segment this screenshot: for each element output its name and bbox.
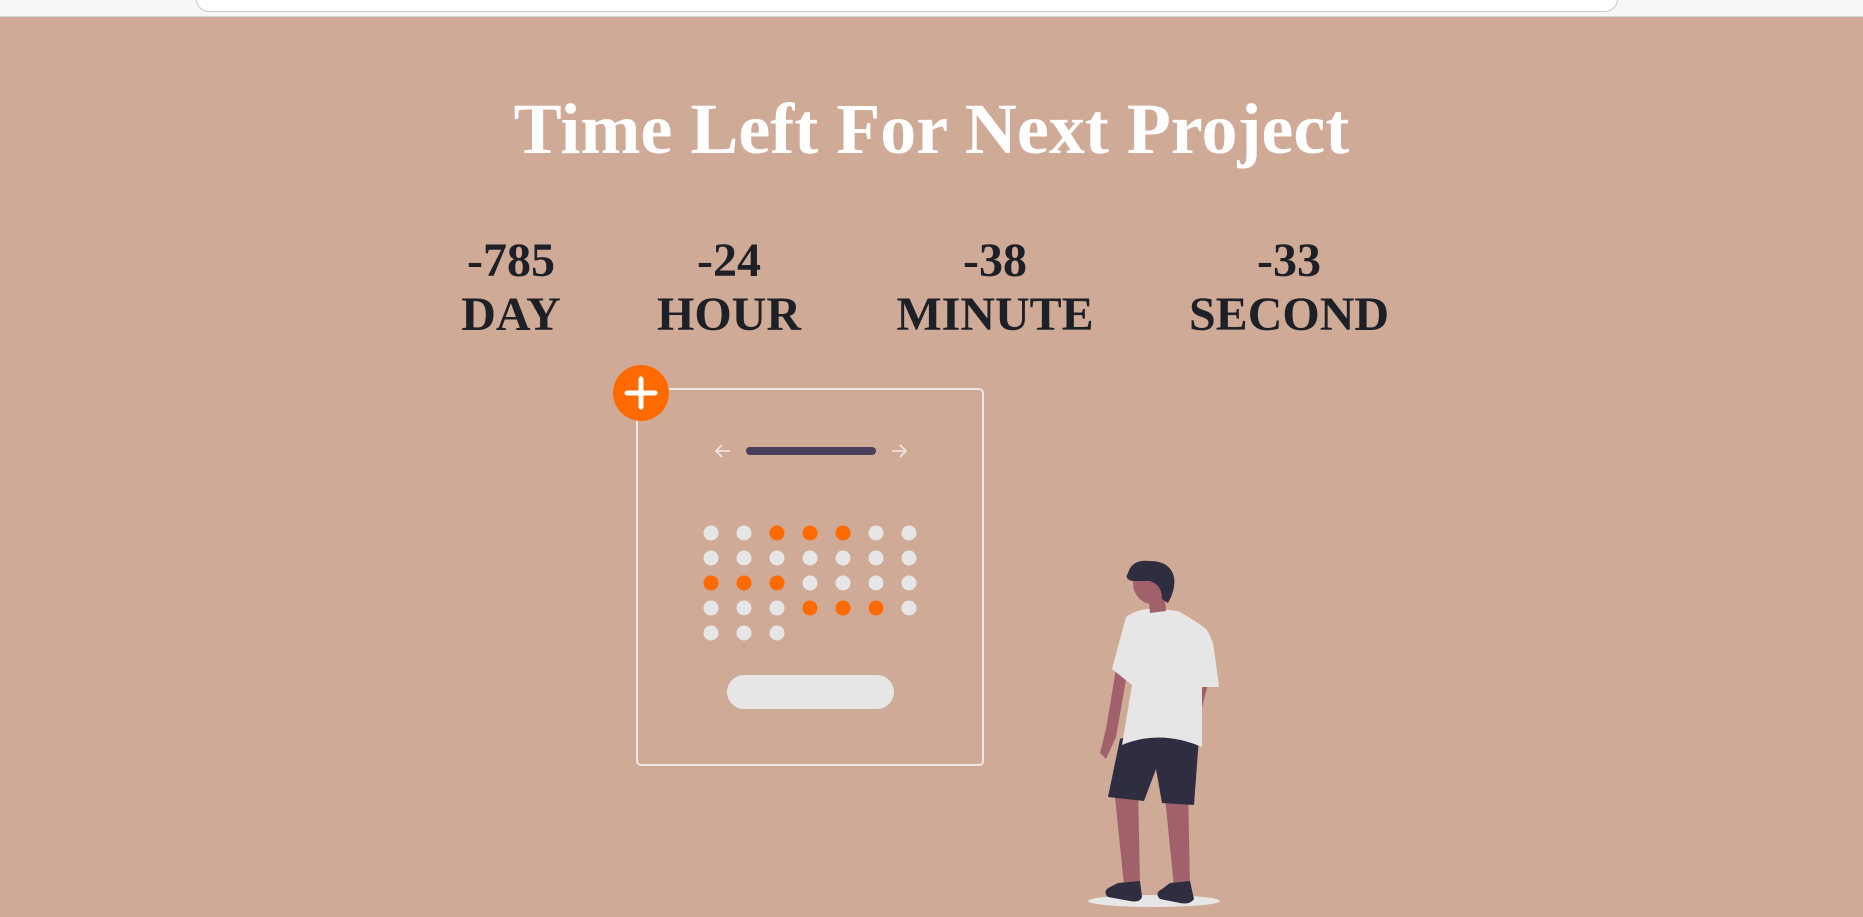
calendar-day — [802, 550, 818, 566]
person-shadow — [1088, 895, 1220, 907]
calendar-day — [868, 525, 884, 541]
calendar-day-highlighted — [769, 575, 785, 591]
calendar-day — [835, 550, 851, 566]
calendar-day — [736, 525, 752, 541]
arrow-left-icon — [714, 444, 730, 458]
calendar-day — [736, 625, 752, 641]
calendar-day — [868, 550, 884, 566]
calendar-day — [868, 575, 884, 591]
calendar-day — [703, 600, 719, 616]
person-illustration — [1088, 560, 1220, 907]
calendar-day-highlighted — [835, 600, 851, 616]
calendar-day — [802, 575, 818, 591]
calendar-day — [703, 550, 719, 566]
month-bar — [746, 447, 876, 455]
calendar-day-highlighted — [769, 525, 785, 541]
calendar-day-grid — [703, 525, 917, 641]
calendar-day — [769, 550, 785, 566]
calendar-day-highlighted — [868, 600, 884, 616]
calendar-day — [901, 550, 917, 566]
calendar-day — [736, 550, 752, 566]
calendar-illustration — [613, 365, 1220, 907]
calendar-day — [703, 525, 719, 541]
calendar-button — [727, 675, 894, 709]
address-bar[interactable] — [196, 0, 1618, 12]
calendar-day — [901, 600, 917, 616]
calendar-day-highlighted — [736, 575, 752, 591]
browser-toolbar — [0, 0, 1863, 17]
calendar-day — [901, 525, 917, 541]
calendar-day-highlighted — [802, 525, 818, 541]
arrow-right-icon — [892, 444, 908, 458]
calendar-day — [835, 575, 851, 591]
calendar-day-highlighted — [835, 525, 851, 541]
calendar-day — [736, 600, 752, 616]
calendar-day — [901, 575, 917, 591]
countdown-page: Time Left For Next Project -785 DAY -24 … — [0, 17, 1863, 917]
calendar-day-highlighted — [802, 600, 818, 616]
calendar-day-highlighted — [703, 575, 719, 591]
calendar-day — [769, 625, 785, 641]
add-icon — [613, 365, 669, 421]
calendar-day — [703, 625, 719, 641]
calendar-day — [769, 600, 785, 616]
